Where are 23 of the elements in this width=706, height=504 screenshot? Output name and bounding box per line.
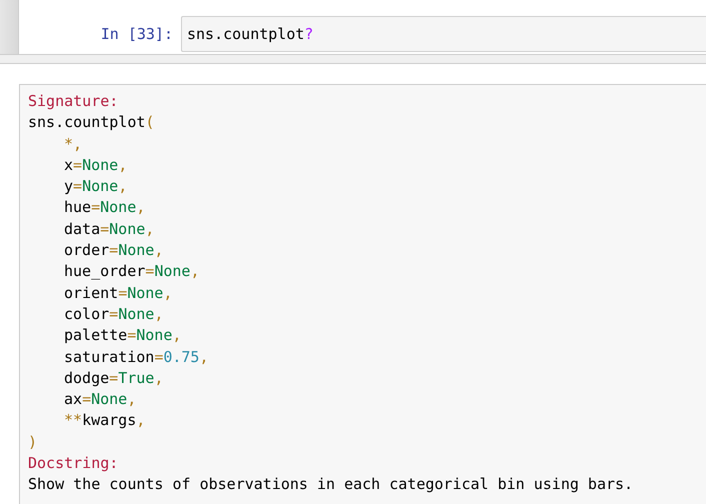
code-line: orient=None, <box>63 282 174 304</box>
pager-splitter[interactable] <box>0 54 706 64</box>
cell-selection-bar <box>0 0 19 54</box>
code-line: Show the counts of observations in each categorical bin using bars. <box>28 474 634 496</box>
code-line: color=None, <box>63 304 164 325</box>
code-line: **kwargs, <box>63 410 146 432</box>
code-line: order=None, <box>63 240 164 262</box>
code-line: data=None, <box>63 218 156 240</box>
code-line: y=None, <box>63 176 128 198</box>
code-line: ) <box>28 432 38 453</box>
code-line: hue_order=None, <box>63 261 200 282</box>
code-line: dodge=True, <box>63 368 164 389</box>
code-line: sns.countplot( <box>28 112 156 134</box>
code-input-field[interactable]: sns.countplot? <box>181 16 706 52</box>
code-line: x=None, <box>63 154 128 176</box>
code-line: palette=None, <box>63 325 182 346</box>
code-line: ax=None, <box>63 389 138 410</box>
code-line: hue=None, <box>63 197 146 218</box>
section-heading: Signature: <box>28 91 120 112</box>
code-line: *, <box>63 134 84 155</box>
input-prompt: In [33]: <box>100 24 174 45</box>
section-heading: Docstring: <box>28 453 120 474</box>
code-line: saturation=0.75, <box>63 346 210 368</box>
